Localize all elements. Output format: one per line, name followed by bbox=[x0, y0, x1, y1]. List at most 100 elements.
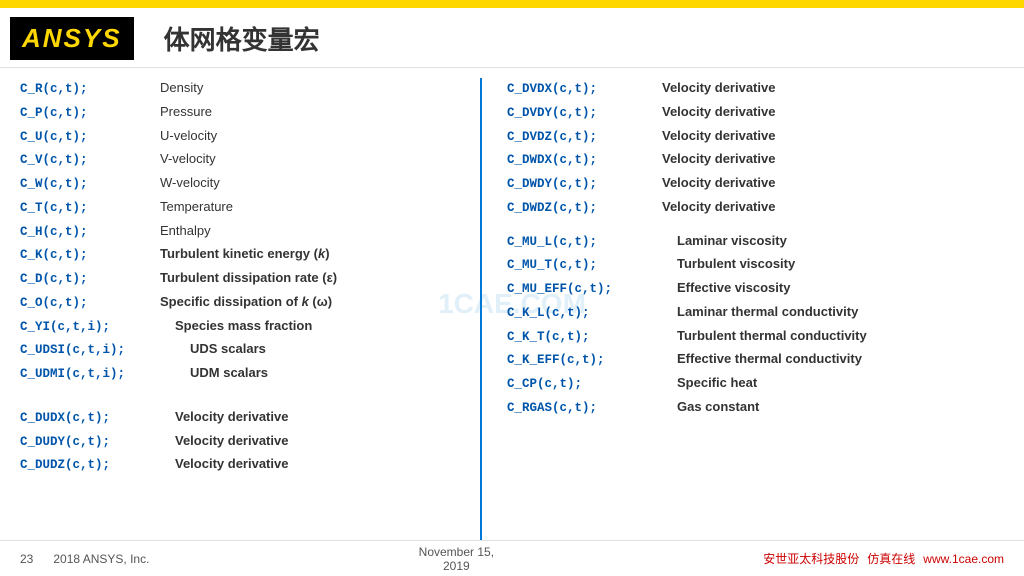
company-name: 2018 ANSYS, Inc. bbox=[53, 552, 149, 566]
page-number: 23 bbox=[20, 552, 33, 566]
var-desc: Species mass fraction bbox=[175, 316, 312, 336]
list-item: C_DUDZ(c,t); Velocity derivative bbox=[20, 454, 470, 475]
var-desc: Specific heat bbox=[677, 373, 757, 393]
var-code: C_U(c,t); bbox=[20, 128, 160, 147]
list-item: C_DUDX(c,t); Velocity derivative bbox=[20, 407, 470, 428]
var-desc: Velocity derivative bbox=[175, 431, 288, 451]
list-item: C_CP(c,t); Specific heat bbox=[507, 373, 960, 394]
var-code: C_CP(c,t); bbox=[507, 375, 677, 394]
var-code: C_DWDZ(c,t); bbox=[507, 199, 662, 218]
var-code: C_DUDX(c,t); bbox=[20, 409, 175, 428]
var-desc: Velocity derivative bbox=[662, 149, 775, 169]
list-item: C_DUDY(c,t); Velocity derivative bbox=[20, 431, 470, 452]
var-desc: Turbulent thermal conductivity bbox=[677, 326, 867, 346]
var-desc: Velocity derivative bbox=[662, 173, 775, 193]
list-item: C_DWDZ(c,t); Velocity derivative bbox=[507, 197, 960, 218]
var-desc: Turbulent viscosity bbox=[677, 254, 795, 274]
list-item: C_MU_L(c,t); Laminar viscosity bbox=[507, 231, 960, 252]
var-desc: Velocity derivative bbox=[662, 102, 775, 122]
list-item: C_D(c,t); Turbulent dissipation rate (ε) bbox=[20, 268, 470, 289]
list-item: C_R(c,t); Density bbox=[20, 78, 470, 99]
var-code: C_YI(c,t,i); bbox=[20, 318, 175, 337]
var-code: C_T(c,t); bbox=[20, 199, 160, 218]
var-code: C_DUDZ(c,t); bbox=[20, 456, 175, 475]
footer-url: www.1cae.com bbox=[923, 552, 1004, 566]
var-code: C_MU_L(c,t); bbox=[507, 233, 677, 252]
slide-title: 体网格变量宏 bbox=[164, 20, 320, 57]
var-code: C_K_EFF(c,t); bbox=[507, 351, 677, 370]
var-code: C_P(c,t); bbox=[20, 104, 160, 123]
list-item: C_RGAS(c,t); Gas constant bbox=[507, 397, 960, 418]
list-item: C_MU_T(c,t); Turbulent viscosity bbox=[507, 254, 960, 275]
right-column: C_DVDX(c,t); Velocity derivative C_DVDY(… bbox=[480, 78, 970, 540]
var-code: C_MU_T(c,t); bbox=[507, 256, 677, 275]
footer-chinese: 安世亚太科技股份 bbox=[763, 550, 859, 567]
list-item: C_P(c,t); Pressure bbox=[20, 102, 470, 123]
header: ANSYS 体网格变量宏 bbox=[0, 8, 1024, 68]
list-item: C_MU_EFF(c,t); Effective viscosity bbox=[507, 278, 960, 299]
list-item: C_T(c,t); Temperature bbox=[20, 197, 470, 218]
var-code: C_R(c,t); bbox=[20, 80, 160, 99]
var-code: C_DWDX(c,t); bbox=[507, 151, 662, 170]
list-item: C_H(c,t); Enthalpy bbox=[20, 221, 470, 242]
var-desc: Velocity derivative bbox=[662, 126, 775, 146]
var-code: C_UDSI(c,t,i); bbox=[20, 341, 190, 360]
var-desc: Velocity derivative bbox=[662, 78, 775, 98]
logo-box: ANSYS bbox=[10, 17, 134, 60]
var-code: C_O(c,t); bbox=[20, 294, 160, 313]
list-item: C_K_L(c,t); Laminar thermal conductivity bbox=[507, 302, 960, 323]
top-bar bbox=[0, 0, 1024, 8]
list-item: C_W(c,t); W-velocity bbox=[20, 173, 470, 194]
list-item: C_DVDX(c,t); Velocity derivative bbox=[507, 78, 960, 99]
ansys-logo: ANSYS bbox=[22, 23, 122, 54]
footer-center: November 15, 2019 bbox=[419, 545, 494, 573]
list-item: C_V(c,t); V-velocity bbox=[20, 149, 470, 170]
main-content: 1CAE.COM C_R(c,t); Density C_P(c,t); Pre… bbox=[0, 68, 1024, 540]
var-code: C_RGAS(c,t); bbox=[507, 399, 677, 418]
list-item: C_DWDX(c,t); Velocity derivative bbox=[507, 149, 960, 170]
var-desc: Density bbox=[160, 78, 203, 98]
var-code: C_MU_EFF(c,t); bbox=[507, 280, 677, 299]
list-item: C_DWDY(c,t); Velocity derivative bbox=[507, 173, 960, 194]
list-item: C_UDMI(c,t,i); UDM scalars bbox=[20, 363, 470, 384]
list-item: C_U(c,t); U-velocity bbox=[20, 126, 470, 147]
var-desc: Enthalpy bbox=[160, 221, 211, 241]
var-desc: Velocity derivative bbox=[662, 197, 775, 217]
var-code: C_DUDY(c,t); bbox=[20, 433, 175, 452]
footer-left: 23 2018 ANSYS, Inc. bbox=[20, 552, 149, 566]
var-desc: Effective thermal conductivity bbox=[677, 349, 862, 369]
var-desc: Turbulent dissipation rate (ε) bbox=[160, 268, 337, 288]
list-item: C_DVDZ(c,t); Velocity derivative bbox=[507, 126, 960, 147]
velocity-deriv-left: C_DUDX(c,t); Velocity derivative C_DUDY(… bbox=[20, 407, 470, 478]
var-code: C_K_L(c,t); bbox=[507, 304, 677, 323]
var-desc: Pressure bbox=[160, 102, 212, 122]
other-vars-right: C_MU_L(c,t); Laminar viscosity C_MU_T(c,… bbox=[507, 231, 960, 421]
var-desc: Gas constant bbox=[677, 397, 759, 417]
var-code: C_K_T(c,t); bbox=[507, 328, 677, 347]
var-desc: UDS scalars bbox=[190, 339, 266, 359]
var-desc: Turbulent kinetic energy (k) bbox=[160, 244, 330, 264]
main-variables: C_R(c,t); Density C_P(c,t); Pressure C_U… bbox=[20, 78, 470, 387]
footer: 23 2018 ANSYS, Inc. November 15, 2019 安世… bbox=[0, 540, 1024, 576]
list-item: C_K_T(c,t); Turbulent thermal conductivi… bbox=[507, 326, 960, 347]
var-desc: Velocity derivative bbox=[175, 454, 288, 474]
footer-date: November 15, bbox=[419, 545, 494, 559]
var-code: C_V(c,t); bbox=[20, 151, 160, 170]
footer-site-label: 仿真在线 bbox=[867, 550, 915, 567]
var-desc: V-velocity bbox=[160, 149, 216, 169]
var-desc: Effective viscosity bbox=[677, 278, 790, 298]
slide: ANSYS 体网格变量宏 1CAE.COM C_R(c,t); Density … bbox=[0, 0, 1024, 576]
var-desc: W-velocity bbox=[160, 173, 220, 193]
var-code: C_UDMI(c,t,i); bbox=[20, 365, 190, 384]
var-code: C_DVDX(c,t); bbox=[507, 80, 662, 99]
var-code: C_DWDY(c,t); bbox=[507, 175, 662, 194]
var-desc: Velocity derivative bbox=[175, 407, 288, 427]
var-code: C_DVDZ(c,t); bbox=[507, 128, 662, 147]
var-code: C_K(c,t); bbox=[20, 246, 160, 265]
left-column: C_R(c,t); Density C_P(c,t); Pressure C_U… bbox=[0, 78, 480, 540]
list-item: C_K_EFF(c,t); Effective thermal conducti… bbox=[507, 349, 960, 370]
var-desc: UDM scalars bbox=[190, 363, 268, 383]
var-desc: U-velocity bbox=[160, 126, 217, 146]
list-item: C_DVDY(c,t); Velocity derivative bbox=[507, 102, 960, 123]
list-item: C_UDSI(c,t,i); UDS scalars bbox=[20, 339, 470, 360]
